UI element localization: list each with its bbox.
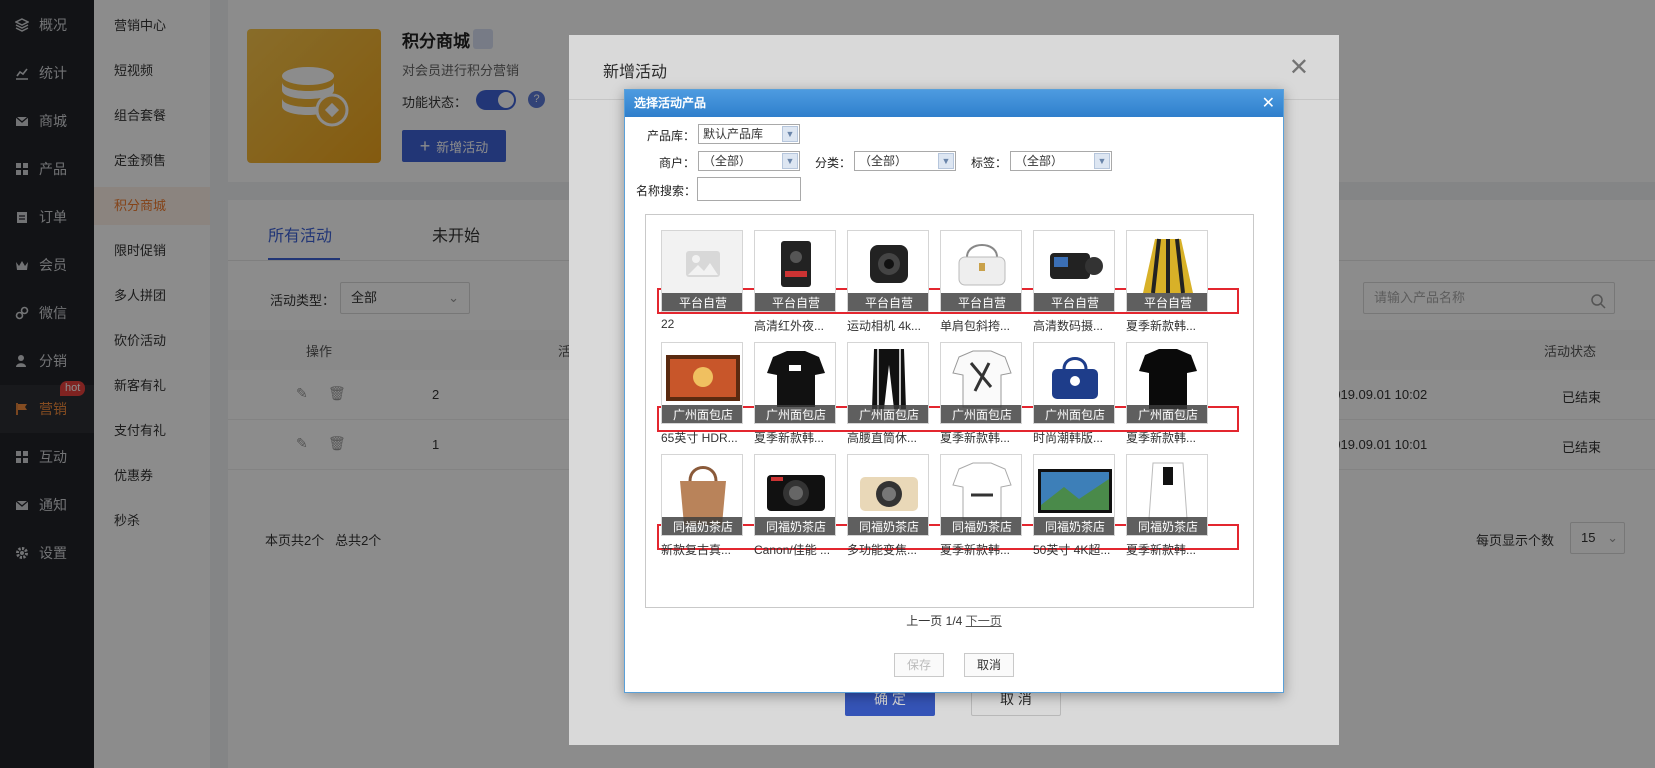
product-thumbnail: 广州面包店 [661,342,743,424]
product-name: Canon/佳能 ... [754,543,831,557]
product-name: 高清红外夜... [754,319,825,333]
close-icon[interactable]: ✕ [1262,90,1275,117]
library-select[interactable]: 默认产品库 ▼ [698,124,800,144]
product-thumbnail: 同福奶茶店 [940,454,1022,536]
chevron-down-icon: ▼ [782,126,798,142]
library-label: 产品库： [647,129,696,143]
product-thumbnail: 广州面包店 [754,342,836,424]
product-name: 夏季新款韩... [1126,431,1197,445]
picker-title: 选择活动产品 [625,90,1283,117]
product-thumbnail: 平台自营 [940,230,1022,312]
product-name: 夏季新款韩... [754,431,825,445]
shop-tag: 同福奶茶店 [755,517,835,535]
shop-tag: 平台自营 [755,293,835,311]
product-thumbnail: 广州面包店 [1126,342,1208,424]
shop-tag: 广州面包店 [848,405,928,423]
product-thumbnail: 同福奶茶店 [1033,454,1115,536]
product-name: 夏季新款韩... [940,431,1011,445]
shop-tag: 同福奶茶店 [1127,517,1207,535]
product-thumbnail: 同福奶茶店 [754,454,836,536]
category-select-value: （全部） [859,154,908,168]
product-thumbnail: 广州面包店 [847,342,929,424]
product-name: 运动相机 4k... [847,319,922,333]
shop-tag: 广州面包店 [662,405,742,423]
picker-pagination: 上一页 1/4 下一页 [625,612,1283,629]
shop-tag: 同福奶茶店 [941,517,1021,535]
chevron-down-icon: ▼ [1094,153,1110,169]
name-search-input[interactable] [697,177,801,201]
product-thumbnail: 平台自营 [1126,230,1208,312]
save-button[interactable]: 保存 [894,653,944,677]
product-name: 多功能变焦... [847,543,918,557]
next-page[interactable]: 下一页 [966,614,1002,628]
product-name: 高清数码摄... [1033,319,1104,333]
page-position: 1/4 [945,614,963,628]
product-thumbnail: 广州面包店 [1033,342,1115,424]
shop-tag: 平台自营 [1127,293,1207,311]
prev-page[interactable]: 上一页 [906,614,942,628]
dialog-title: 新增活动 [603,64,668,81]
shop-tag: 同福奶茶店 [1034,517,1114,535]
shop-tag: 广州面包店 [941,405,1021,423]
tag-select-value: （全部） [1015,154,1064,168]
product-thumbnail: 广州面包店 [940,342,1022,424]
product-thumbnail: 同福奶茶店 [661,454,743,536]
shop-tag: 广州面包店 [755,405,835,423]
shop-tag: 平台自营 [1034,293,1114,311]
product-thumbnail: 同福奶茶店 [847,454,929,536]
close-icon[interactable]: ✕ [1289,53,1309,82]
shop-tag: 平台自营 [662,293,742,311]
library-select-value: 默认产品库 [703,127,764,141]
shop-tag: 广州面包店 [1034,405,1114,423]
merchant-select[interactable]: （全部） ▼ [698,151,800,171]
merchant-select-value: （全部） [703,154,752,168]
product-name: 夏季新款韩... [940,543,1011,557]
shop-tag: 同福奶茶店 [662,517,742,535]
product-name: 65英寸 HDR... [661,431,738,445]
tag-label: 标签： [971,156,1008,170]
search-label: 名称搜索： [636,184,697,198]
chevron-down-icon: ▼ [782,153,798,169]
category-label: 分类： [815,156,852,170]
merchant-label: 商户： [659,156,696,170]
tag-select[interactable]: （全部） ▼ [1010,151,1112,171]
product-name: 22 [661,317,675,331]
picker-cancel-button[interactable]: 取消 [964,653,1014,677]
product-name: 夏季新款韩... [1126,319,1197,333]
chevron-down-icon: ▼ [938,153,954,169]
product-thumbnail: 平台自营 [661,230,743,312]
shop-tag: 平台自营 [941,293,1021,311]
product-name: 单肩包斜挎... [940,319,1011,333]
shop-tag: 同福奶茶店 [848,517,928,535]
product-grid: 平台自营 22 平台自营 高清红外夜... 平台自营 运动相机 4k... 平台自营 单肩包斜… [645,214,1254,608]
product-name: 50英寸 4K超... [1033,543,1111,557]
product-thumbnail: 同福奶茶店 [1126,454,1208,536]
shop-tag: 广州面包店 [1127,405,1207,423]
product-name: 时尚潮韩版... [1033,431,1104,445]
category-select[interactable]: （全部） ▼ [854,151,956,171]
product-thumbnail: 平台自营 [754,230,836,312]
product-name: 高腰直筒休... [847,431,918,445]
product-picker-dialog: 选择活动产品 ✕ 产品库： 默认产品库 ▼ 商户： （全部） ▼ 分类： （全部… [624,89,1284,693]
product-thumbnail: 平台自营 [847,230,929,312]
product-name: 新款复古真... [661,543,732,557]
shop-tag: 平台自营 [848,293,928,311]
product-thumbnail: 平台自营 [1033,230,1115,312]
product-name: 夏季新款韩... [1126,543,1197,557]
